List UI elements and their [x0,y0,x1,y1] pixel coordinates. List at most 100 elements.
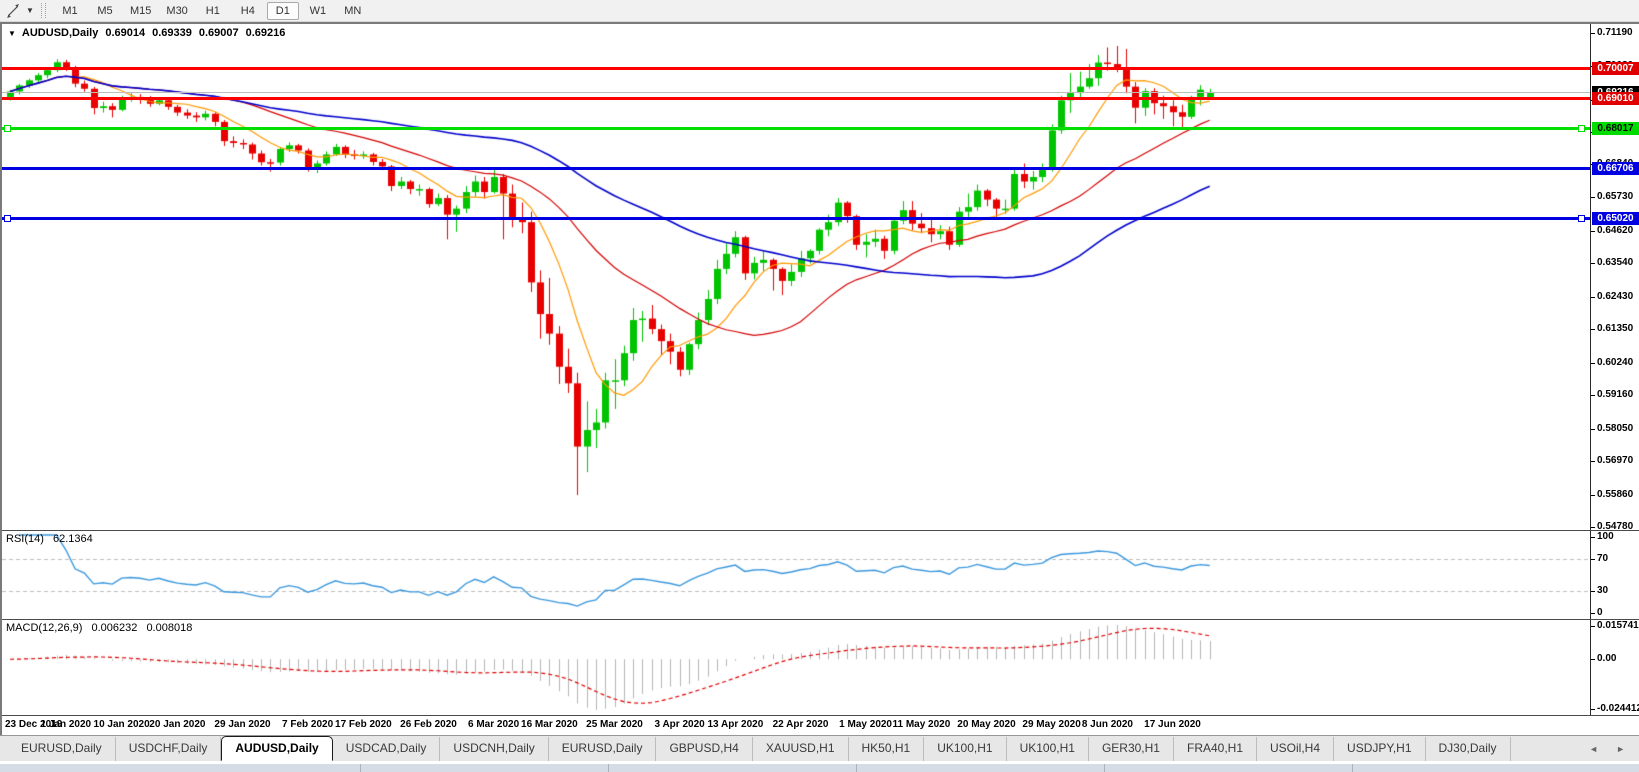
rsi-canvas[interactable] [2,531,1590,619]
current-price-line[interactable] [2,91,1590,93]
rsi-pane: RSI(14) 62.1364 100 70 30 0 [2,530,1639,619]
price-tick: 0.64620 [1591,225,1633,237]
chart-tab-usdcad-daily[interactable]: USDCAD,Daily [333,737,441,761]
price-tick: 0.56970 [1591,455,1633,467]
macd-tick: -0.024412 [1591,703,1639,715]
date-label: 6 Mar 2020 [468,719,520,730]
tab-scroll-right-icon[interactable]: ► [1616,744,1625,754]
price-level-label: 0.66706 [1592,161,1639,175]
panel-edge-separator [1352,764,1353,772]
chart-tab-eurusd-daily[interactable]: EURUSD,Daily [8,737,116,761]
rsi-axis: 100 70 30 0 [1590,531,1639,619]
macd-main-value: 0.006232 [91,622,138,634]
date-label: 1 May 2020 [839,719,893,730]
chart-tab-uk100-h1[interactable]: UK100,H1 [924,737,1007,761]
timeframe-button-m1[interactable]: M1 [54,2,86,20]
date-label: 25 Mar 2020 [586,719,643,730]
date-label: 20 May 2020 [957,719,1016,730]
macd-tick: 0.00 [1591,653,1616,665]
price-tick: 0.63540 [1591,257,1633,269]
date-label: 29 Jan 2020 [214,719,271,730]
line-handle[interactable] [1578,214,1585,222]
macd-label: MACD(12,26,9) 0.006232 0.008018 [6,622,198,634]
support-line[interactable] [2,166,1590,170]
bottom-panel-edge [0,764,1639,772]
macd-axis: 0.015741 0.00 -0.024412 [1590,620,1639,715]
chart-tab-eurusd-daily[interactable]: EURUSD,Daily [549,737,657,761]
chart-tab-usdcnh-daily[interactable]: USDCNH,Daily [440,737,549,761]
chart-tab-audusd-daily[interactable]: AUDUSD,Daily [221,736,333,761]
rsi-tick: 30 [1591,585,1608,597]
price-tick: 0.71190 [1591,27,1633,39]
chart-tab-usoil-h4[interactable]: USOil,H4 [1257,737,1335,761]
date-label: 20 Jan 2020 [149,719,206,730]
rsi-tick: 70 [1591,553,1608,565]
price-tick: 0.54780 [1591,521,1633,530]
chart-cursor-icon[interactable] [3,2,23,20]
price-level-label: 0.69010 [1592,92,1639,106]
rsi-name: RSI(14) [6,533,44,545]
date-label: 17 Jun 2020 [1144,719,1201,730]
chart-tab-ger30-h1[interactable]: GER30,H1 [1089,737,1174,761]
timeframe-button-m5[interactable]: M5 [89,2,121,20]
chevron-down-icon[interactable]: ▼ [23,6,37,15]
line-handle[interactable] [4,214,11,222]
support-line[interactable] [2,127,1590,131]
chart-tab-uk100-h1[interactable]: UK100,H1 [1007,737,1089,761]
chart-tab-usdchf-daily[interactable]: USDCHF,Daily [116,737,222,761]
timeframe-buttons: M1 M5 M15 M30 H1 H4 D1 W1 MN [54,1,372,20]
date-label: 11 May 2020 [892,719,951,730]
price-level-label: 0.65020 [1592,212,1639,226]
chart-tab-xauusd-h1[interactable]: XAUUSD,H1 [753,737,849,761]
macd-canvas[interactable] [2,620,1590,715]
date-label: 29 May 2020 [1022,719,1081,730]
support-line[interactable] [2,217,1590,221]
macd-pane: MACD(12,26,9) 0.006232 0.008018 0.015741… [2,619,1639,715]
low-value: 0.69007 [198,27,239,39]
chart-dropdown-icon[interactable]: ▼ [8,29,16,38]
chart-tabs: EURUSD,Daily USDCHF,Daily AUDUSD,Daily USDC… [8,736,1511,761]
chart-tab-fra40-h1[interactable]: FRA40,H1 [1174,737,1258,761]
chart-tab-hk50-h1[interactable]: HK50,H1 [849,737,925,761]
macd-tick: 0.015741 [1591,620,1639,632]
date-label: 26 Feb 2020 [400,719,457,730]
chart-tab-gbpusd-h4[interactable]: GBPUSD,H4 [656,737,753,761]
line-handle[interactable] [1578,124,1585,132]
date-label: 8 Jun 2020 [1081,719,1133,730]
panel-edge-separator [360,764,361,772]
rsi-value: 62.1364 [52,533,93,545]
toolbar-grip[interactable] [41,3,46,18]
date-axis: 23 Dec 2019 1 Jan 2020 10 Jan 2020 20 Jan 2… [2,715,1639,735]
timeframe-button-h1[interactable]: H1 [197,2,229,20]
panel-edge-separator [856,764,857,772]
timeframe-button-d1[interactable]: D1 [266,1,299,20]
close-value: 0.69216 [245,27,286,39]
timeframe-button-w1[interactable]: W1 [302,2,334,20]
resistance-line[interactable] [2,67,1590,71]
mt4-workspace: ▼ M1 M5 M15 M30 H1 H4 D1 W1 MN ▼ AUDUSD,Daily 0.… [0,0,1639,772]
line-handle[interactable] [4,124,11,132]
chart-tab-usdjpy-h1[interactable]: USDJPY,H1 [1334,737,1426,761]
tab-scroll-left-icon[interactable]: ◄ [1589,744,1598,754]
chart-tab-dj30-daily[interactable]: DJ30,Daily [1426,737,1511,761]
price-tick: 0.55860 [1591,489,1633,501]
timeframe-button-mn[interactable]: MN [337,2,369,20]
date-label: 10 Jan 2020 [93,719,150,730]
timeframe-button-h4[interactable]: H4 [232,2,264,20]
price-tick: 0.62430 [1591,291,1633,303]
price-tick: 0.59160 [1591,389,1633,401]
rsi-label: RSI(14) 62.1364 [6,533,99,545]
date-label: 13 Apr 2020 [707,719,764,730]
rsi-tick: 100 [1591,531,1614,543]
price-tick: 0.65730 [1591,191,1633,203]
timeframe-button-m15[interactable]: M15 [124,2,157,20]
macd-name: MACD(12,26,9) [6,622,83,634]
symbol-period-label: AUDUSD,Daily [21,27,99,39]
timeframe-button-m30[interactable]: M30 [160,2,193,20]
price-chart-pane: ▼ AUDUSD,Daily 0.69014 0.69339 0.69007 0… [2,24,1639,530]
resistance-line[interactable] [2,97,1590,101]
chart-tab-bar: EURUSD,Daily USDCHF,Daily AUDUSD,Daily USDC… [0,735,1639,761]
macd-signal-value: 0.008018 [146,622,193,634]
date-label: 16 Mar 2020 [521,719,578,730]
chart-window: ▼ AUDUSD,Daily 0.69014 0.69339 0.69007 0… [0,22,1639,735]
